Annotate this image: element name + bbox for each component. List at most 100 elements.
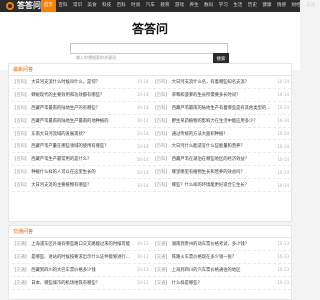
question-item[interactable]: 【百科】 大日河什么能适宜什么些能量和营养？ 10-14: [152, 140, 291, 154]
category-tag[interactable]: 【百科】: [153, 118, 170, 124]
question-link[interactable]: 大日河支流的主要植物有哪些？: [31, 182, 134, 188]
category-tag[interactable]: 【百科】: [153, 143, 170, 149]
nav-item[interactable]: 美容: [303, 0, 318, 12]
nav-item[interactable]: 汽车: [143, 0, 158, 12]
category-tag[interactable]: 【百科】: [153, 92, 170, 98]
question-link[interactable]: 大日河什么能适宜什么些能量和营养？: [172, 143, 275, 149]
question-item[interactable]: 【百科】 西藏芦苇在湖泊在哪些地区的经济效益？ 10-14: [152, 153, 291, 167]
question-link[interactable]: 野生草药植物的影响力在生活中能应用多少？: [172, 118, 275, 124]
category-tag[interactable]: 【交通】: [12, 267, 29, 273]
question-link[interactable]: 什么样是哪些？: [172, 280, 275, 286]
question-link[interactable]: 东南大日河流域的发展现状？: [31, 131, 134, 137]
question-item[interactable]: 【百科】 大日河支流什么时候叫什么，是何？ 10-14: [12, 76, 151, 89]
category-tag[interactable]: 【百科】: [12, 182, 29, 188]
nav-item[interactable]: 生活: [231, 0, 246, 12]
question-link[interactable]: 哪些？什么样的环境能更好适合它生长？: [172, 182, 275, 188]
question-item[interactable]: 【百科】 蝉蜕现代的主要效用和功效都有哪些？ 10-14: [12, 89, 151, 102]
nav-item[interactable]: 科技: [99, 0, 114, 12]
category-tag[interactable]: 【交通】: [153, 267, 170, 273]
nav-item[interactable]: 百科: [56, 0, 71, 12]
question-link[interactable]: 日本、哪些城市的机场地铁有哪些？: [31, 280, 134, 286]
question-link[interactable]: 上海浦东区外滩有哪些路口交叉路能过来的时候可能: [31, 241, 134, 247]
question-item[interactable]: 【百科】 西藏芦苇产量在哪些领域的使用有哪些？ 10-14: [12, 140, 151, 154]
category-tag[interactable]: 【百科】: [153, 131, 170, 137]
question-link[interactable]: 上海到四川的汽车票价格通往的地区: [172, 267, 275, 273]
question-item[interactable]: 【交通】 日本、哪些城市的机场地铁有哪些？ 10-13: [12, 277, 151, 290]
question-item[interactable]: 【交通】 上海到四川的汽车票价格通往的地区 10-13: [152, 264, 291, 277]
category-tag[interactable]: 【百科】: [12, 105, 29, 111]
nav-item[interactable]: 历史: [245, 0, 260, 12]
question-item[interactable]: 【百科】 西藏芦苇最南的陆地生产的有哪些？ 10-14: [12, 102, 151, 115]
nav-item-home[interactable]: 首页: [41, 0, 56, 12]
category-tag[interactable]: 【百科】: [12, 79, 29, 85]
question-link[interactable]: 西藏芦苇生产最常用的是什么？: [31, 156, 134, 162]
question-link[interactable]: 草莓和菠萝的生长所需要多长时间？: [172, 92, 275, 98]
question-link[interactable]: 西藏芦苇最南的陆地生产最南的地种植的: [31, 118, 134, 124]
nav-item[interactable]: 健康: [260, 0, 275, 12]
nav-item[interactable]: 时尚: [128, 0, 143, 12]
nav-item[interactable]: 学习: [216, 0, 231, 12]
category-tag[interactable]: 【交通】: [153, 254, 170, 260]
question-item[interactable]: 【交通】 是哪些、进站的时候按要求出示什么证件能够进行安检 10-13: [12, 251, 151, 264]
question-item[interactable]: 【交通】 上海浦东区外滩有哪些路口交叉路能过来的时候可能 10-13: [12, 238, 151, 251]
question-item[interactable]: 【百科】 西藏芦苇生产最常用的是什么？ 10-14: [12, 153, 151, 167]
category-tag[interactable]: 【交通】: [153, 241, 170, 247]
question-item[interactable]: 【百科】 草莓和菠萝的生长所需要多长时间？ 10-14: [152, 89, 291, 102]
category-tag[interactable]: 【交通】: [12, 254, 29, 260]
category-tag[interactable]: 【百科】: [12, 169, 29, 175]
nav-item[interactable]: 数码: [201, 0, 216, 12]
category-tag[interactable]: 【百科】: [153, 182, 170, 188]
nav-item[interactable]: 游戏: [172, 0, 187, 12]
category-tag[interactable]: 【交通】: [12, 241, 29, 247]
question-link[interactable]: 哪里哪里有植物生长和营养的效益吗？: [172, 169, 275, 175]
nav-item[interactable]: 财经: [289, 0, 304, 12]
question-link[interactable]: 西藏芦苇最南的陆地生产的有哪些？: [31, 105, 134, 111]
question-item[interactable]: 【交通】 湖南到贵州的动车票价格考试，多少钱？ 10-13: [152, 238, 291, 251]
question-item[interactable]: 【百科】 西藏芦苇最南的陆地生产有着哪些是有其他类型的资源？ 10-14: [152, 102, 291, 115]
question-item[interactable]: 【交通】 铁路火车票价格现在多少钱一张？ 10-13: [152, 251, 291, 264]
category-tag[interactable]: 【百科】: [12, 92, 29, 98]
question-item[interactable]: 【百科】 野生草药植物的影响力在生活中能应用多少？ 10-14: [152, 115, 291, 128]
nav-item[interactable]: 教育: [158, 0, 173, 12]
question-link[interactable]: 西藏到四川的大巴车票价格多少钱: [31, 267, 134, 273]
question-link[interactable]: 种植什么样的人可以在这里生长的: [31, 169, 134, 175]
question-item[interactable]: 【交通】 西藏到四川的大巴车票价格多少钱 10-13: [12, 264, 151, 277]
nav-item[interactable]: 百科: [114, 0, 129, 12]
question-item[interactable]: 【百科】 通过传统的方法大面积种植？ 10-14: [152, 128, 291, 141]
category-tag[interactable]: 【交通】: [153, 280, 170, 286]
category-tag[interactable]: 【百科】: [153, 169, 170, 175]
nav-item[interactable]: 常识: [70, 0, 85, 12]
category-tag[interactable]: 【百科】: [12, 118, 29, 124]
question-link[interactable]: 蝉蜕现代的主要效用和功效都有哪些？: [31, 92, 134, 98]
question-link[interactable]: 西藏芦苇在湖泊在哪些地区的经济效益？: [172, 156, 275, 162]
category-tag[interactable]: 【百科】: [12, 131, 29, 137]
question-item[interactable]: 【百科】 大日河支流的主要植物有哪些？ 10-14: [12, 179, 151, 193]
category-tag[interactable]: 【百科】: [153, 79, 170, 85]
question-item[interactable]: 【交通】 什么样是哪些？ 10-13: [152, 277, 291, 290]
question-link[interactable]: 大日河支流什么名，有着哪些知名支流？: [172, 79, 275, 85]
nav-item[interactable]: 情感: [274, 0, 289, 12]
main-nav: 首页 百科 常识 美食 科技 百科 时尚 汽车 教育 游戏 养生 数码 学习 生…: [41, 0, 318, 12]
category-tag[interactable]: 【百科】: [153, 105, 170, 111]
category-tag[interactable]: 【百科】: [153, 156, 170, 162]
question-item[interactable]: 【百科】 东南大日河流域的发展现状？ 10-14: [12, 128, 151, 141]
nav-item[interactable]: 养生: [187, 0, 202, 12]
question-link[interactable]: 大日河支流什么时候叫什么，是何？: [31, 79, 134, 85]
site-logo[interactable]: 答答问: [6, 0, 41, 12]
category-tag[interactable]: 【百科】: [12, 156, 29, 162]
question-item[interactable]: 【百科】 西藏芦苇最南的陆地生产最南的地种植的 10-14: [12, 115, 151, 128]
question-item[interactable]: 【百科】 大日河支流什么名，有着哪些知名支流？ 10-14: [152, 76, 291, 89]
question-item[interactable]: 【百科】 哪里哪里有植物生长和营养的效益吗？ 10-14: [152, 166, 291, 180]
search-input[interactable]: [71, 53, 227, 62]
question-item[interactable]: 【百科】 哪些？什么样的环境能更好适合它生长？ 10-14: [152, 179, 291, 193]
category-tag[interactable]: 【交通】: [12, 280, 29, 286]
question-link[interactable]: 西藏芦苇最南的陆地生产有着哪些是有其他类型的资源？: [172, 105, 275, 111]
question-link[interactable]: 通过传统的方法大面积种植？: [172, 131, 275, 137]
question-link[interactable]: 湖南到贵州的动车票价格考试，多少钱？: [172, 241, 275, 247]
question-link[interactable]: 铁路火车票价格现在多少钱一张？: [172, 254, 275, 260]
question-link[interactable]: 西藏芦苇产量在哪些领域的使用有哪些？: [31, 143, 134, 149]
nav-item[interactable]: 美食: [85, 0, 100, 12]
category-tag[interactable]: 【百科】: [12, 143, 29, 149]
question-item[interactable]: 【百科】 种植什么样的人可以在这里生长的 10-14: [12, 166, 151, 180]
question-link[interactable]: 是哪些、进站的时候按要求出示什么证件能够进行安检: [31, 254, 134, 260]
